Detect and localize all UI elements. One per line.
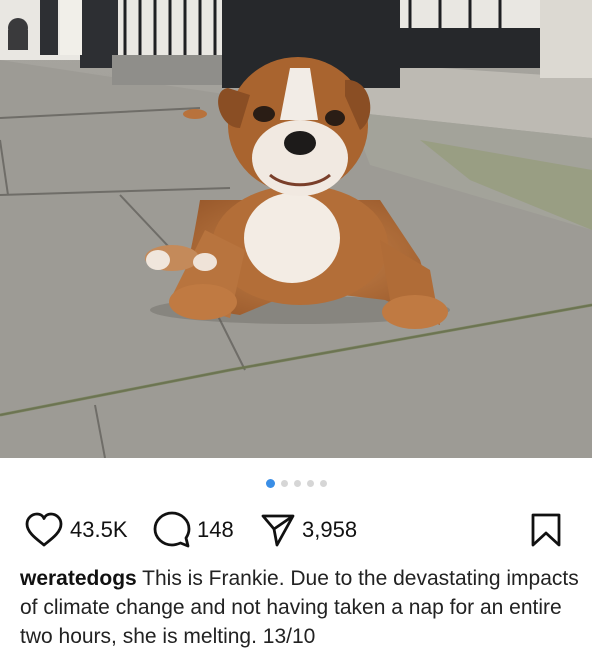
carousel-dot: [293, 479, 301, 487]
comment-bubble-icon: [153, 511, 191, 548]
carousel-dot: [280, 479, 288, 487]
carousel-dot: [306, 479, 314, 487]
bookmark-icon: [531, 513, 561, 547]
likes-count: 43.5K: [70, 517, 128, 542]
post-actions-bar: 43.5K 148 3,958: [0, 505, 592, 555]
username-link[interactable]: weratedogs: [20, 567, 137, 590]
save-button[interactable]: [530, 505, 562, 555]
carousel-dot: [319, 479, 327, 487]
post-photo[interactable]: [0, 0, 592, 458]
post-caption: weratedogs This is Frankie. Due to the d…: [20, 564, 580, 651]
heart-icon: [25, 512, 63, 547]
share-button[interactable]: 3,958: [260, 505, 357, 555]
shares-count: 3,958: [302, 517, 358, 542]
carousel-dot: [265, 478, 275, 488]
carousel-indicator: [0, 478, 592, 488]
comments-count: 148: [197, 517, 234, 542]
like-button[interactable]: 43.5K: [24, 505, 128, 555]
paper-plane-icon: [261, 514, 295, 547]
comment-button[interactable]: 148: [153, 505, 234, 555]
